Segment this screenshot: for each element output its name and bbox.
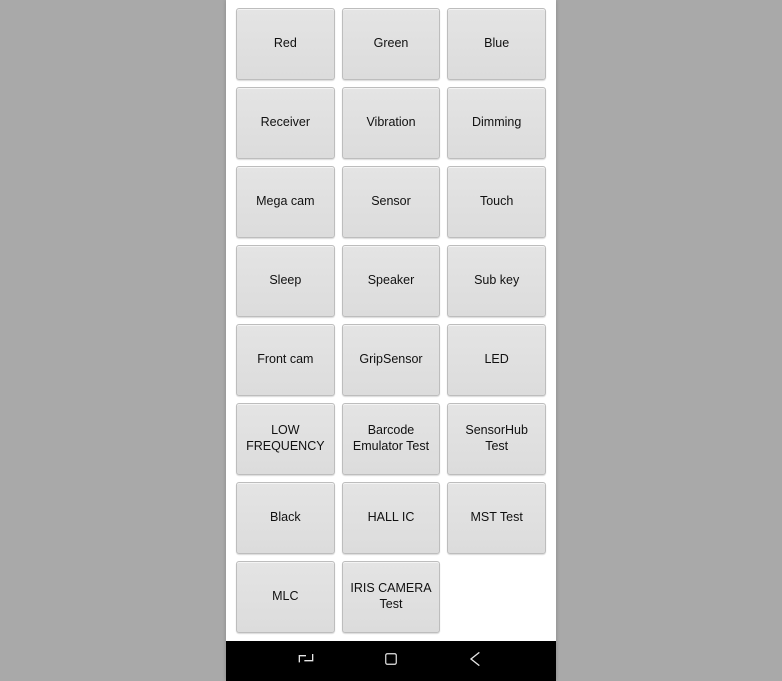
tile-label: LED [484,352,508,368]
tile-label: Sleep [269,273,301,289]
tile-led[interactable]: LED [447,324,546,396]
tile-mst-test[interactable]: MST Test [447,482,546,554]
tile-label: GripSensor [359,352,422,368]
tile-label: Vibration [366,115,415,131]
tile-label: Black [270,510,301,526]
tile-red[interactable]: Red [236,8,335,80]
home-icon [382,650,400,673]
phone-frame: Red Green Blue Receiver Vibration Dimmin… [226,0,556,681]
tile-touch[interactable]: Touch [447,166,546,238]
tile-vibration[interactable]: Vibration [342,87,441,159]
tile-mega-cam[interactable]: Mega cam [236,166,335,238]
tile-label: Green [374,36,409,52]
tile-label: Speaker [368,273,415,289]
tile-sleep[interactable]: Sleep [236,245,335,317]
tile-green[interactable]: Green [342,8,441,80]
tile-label: HALL IC [368,510,415,526]
tile-hall-ic[interactable]: HALL IC [342,482,441,554]
tile-speaker[interactable]: Speaker [342,245,441,317]
tile-black[interactable]: Black [236,482,335,554]
home-button[interactable] [380,650,402,672]
tile-front-cam[interactable]: Front cam [236,324,335,396]
back-button[interactable] [465,650,487,672]
tile-low-frequency[interactable]: LOW FREQUENCY [236,403,335,475]
recent-apps-button[interactable] [295,650,317,672]
tile-label: Sensor [371,194,411,210]
tile-label: IRIS CAMERA Test [347,581,436,612]
tile-label: Mega cam [256,194,314,210]
tile-label: Sub key [474,273,519,289]
tile-label: MLC [272,589,298,605]
back-icon [466,649,486,674]
tile-label: Front cam [257,352,313,368]
navigation-bar [226,641,556,681]
tile-sub-key[interactable]: Sub key [447,245,546,317]
tile-iris-camera-test[interactable]: IRIS CAMERA Test [342,561,441,633]
tile-dimming[interactable]: Dimming [447,87,546,159]
recent-apps-icon [296,649,316,674]
tile-label: SensorHub Test [452,423,541,454]
tile-label: Dimming [472,115,521,131]
app-screen: Red Green Blue Receiver Vibration Dimmin… [226,0,556,641]
tile-label: Red [274,36,297,52]
tile-barcode-emulator-test[interactable]: Barcode Emulator Test [342,403,441,475]
tile-gripsensor[interactable]: GripSensor [342,324,441,396]
test-grid: Red Green Blue Receiver Vibration Dimmin… [236,8,546,633]
tile-label: Touch [480,194,513,210]
tile-blue[interactable]: Blue [447,8,546,80]
tile-label: MST Test [470,510,522,526]
tile-receiver[interactable]: Receiver [236,87,335,159]
tile-label: Receiver [261,115,310,131]
tile-sensorhub-test[interactable]: SensorHub Test [447,403,546,475]
tile-label: LOW FREQUENCY [241,423,330,454]
tile-label: Barcode Emulator Test [347,423,436,454]
tile-sensor[interactable]: Sensor [342,166,441,238]
tile-mlc[interactable]: MLC [236,561,335,633]
tile-label: Blue [484,36,509,52]
